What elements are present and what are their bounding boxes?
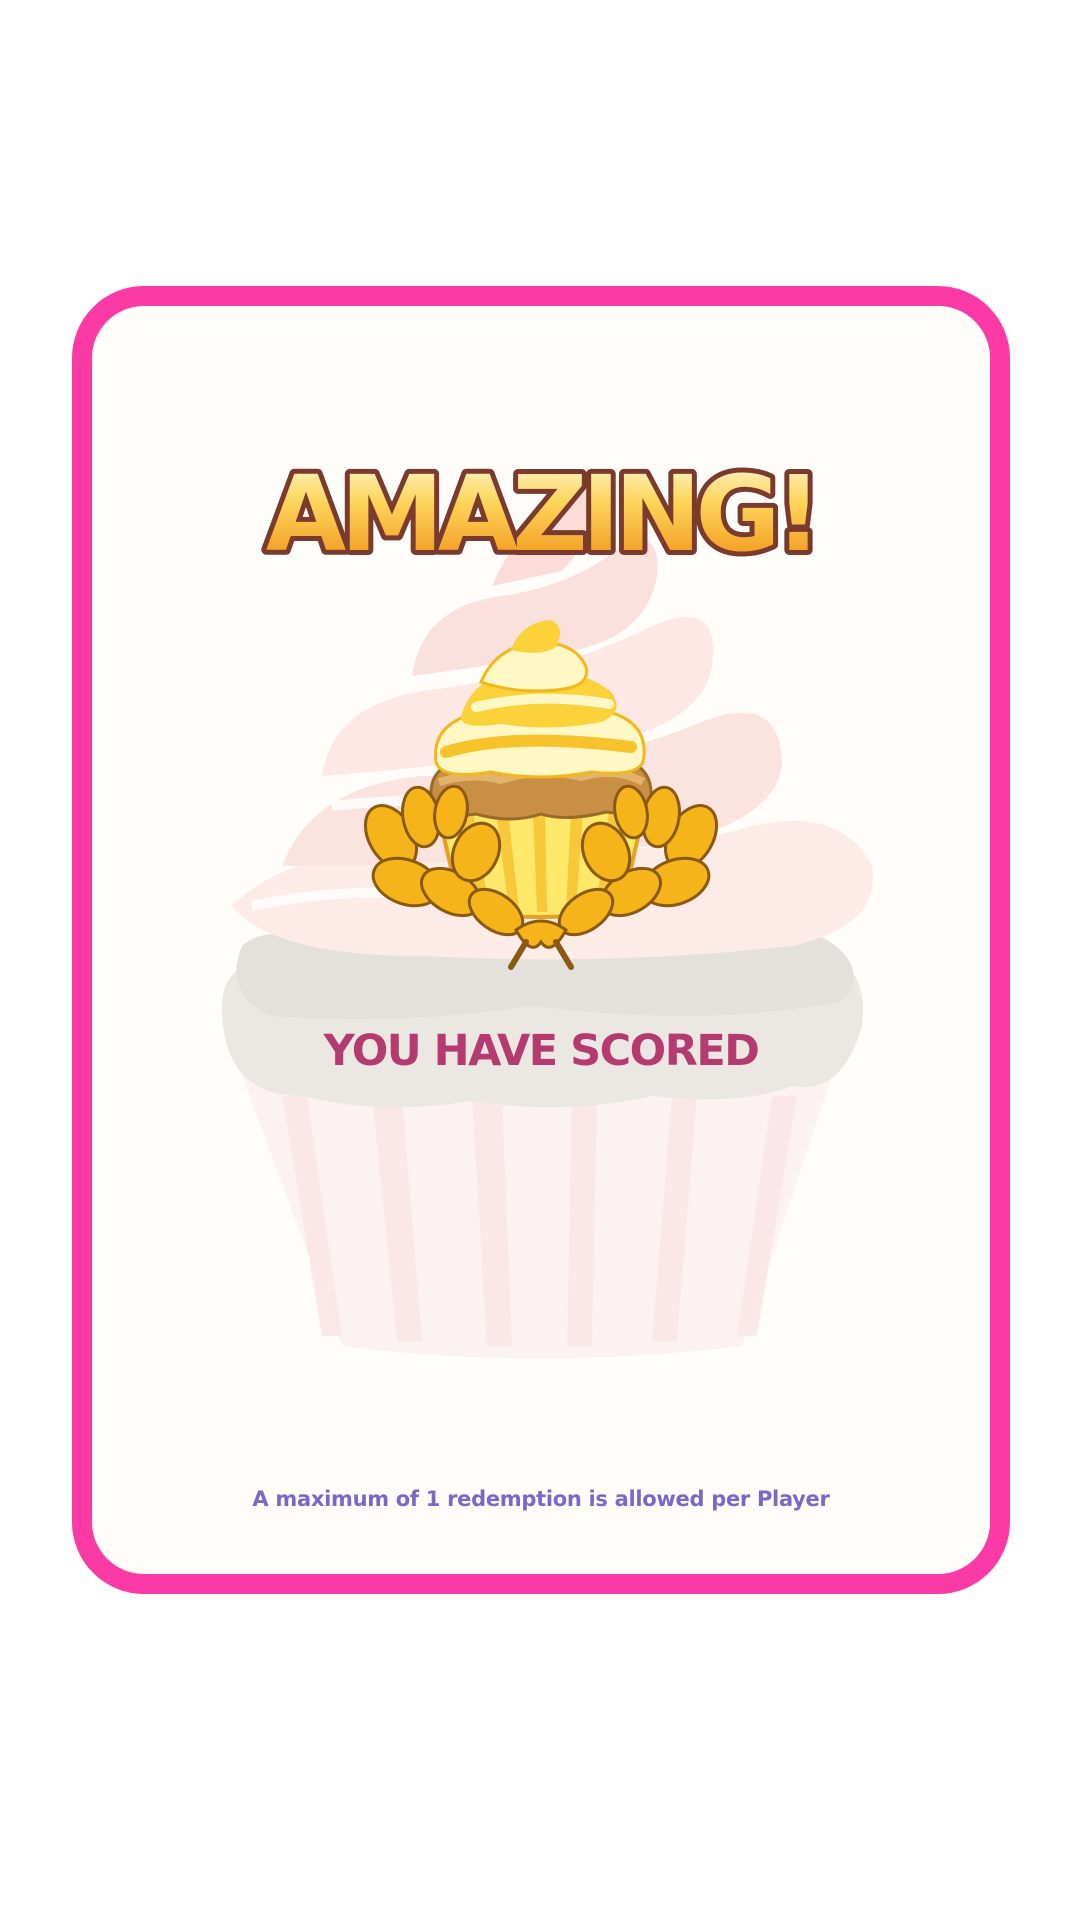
reward-card: AMAZING! AMAZING! YOU HAVE SCORED A maxi…: [72, 286, 1010, 1594]
score-label: YOU HAVE SCORED: [323, 1026, 760, 1076]
amazing-title: AMAZING! AMAZING!: [261, 448, 827, 572]
cupcake-laurel-icon: [363, 620, 719, 970]
redemption-limit-note: A maximum of 1 redemption is allowed per…: [252, 1487, 830, 1511]
title-text: AMAZING!: [266, 453, 816, 572]
screen: AMAZING! AMAZING! YOU HAVE SCORED A maxi…: [0, 0, 1080, 1920]
